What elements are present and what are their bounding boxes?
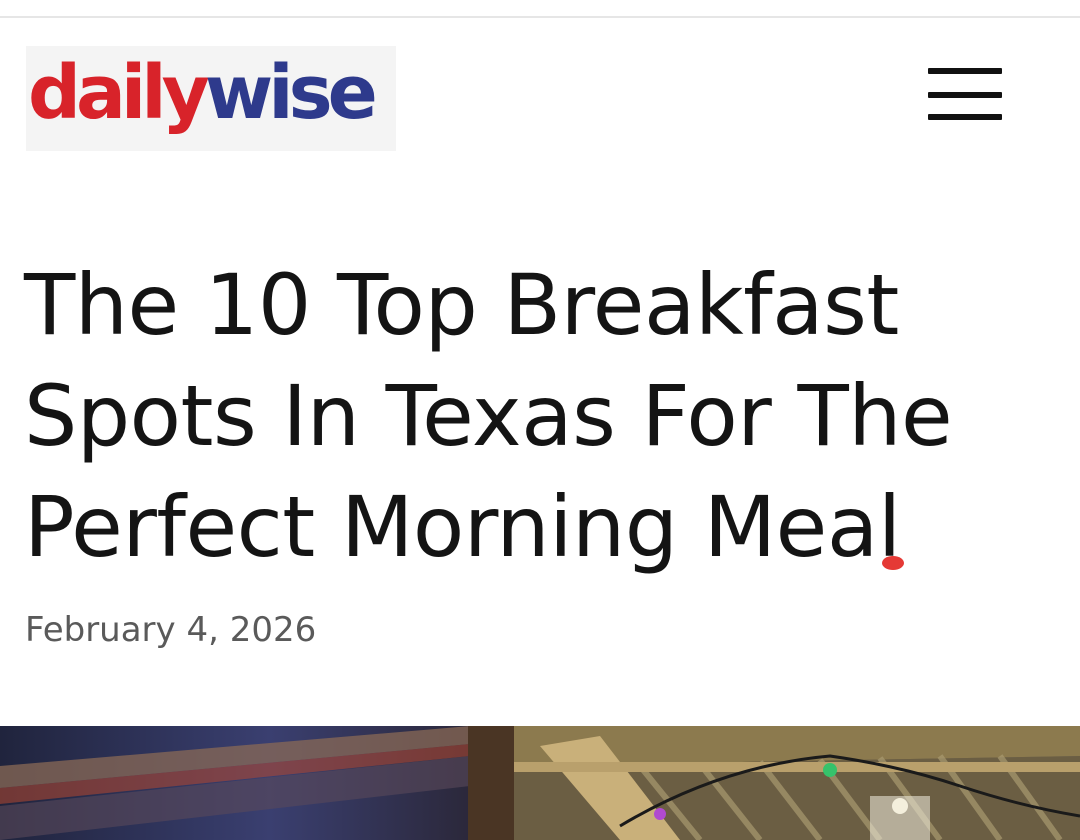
hamburger-menu-icon[interactable] [928,68,1002,122]
menu-bar [928,114,1002,120]
site-logo[interactable]: dailywise [26,46,396,151]
hero-image [0,726,1080,840]
article-title: The 10 Top Breakfast Spots In Texas For … [24,256,953,576]
article-date: February 4, 2026 [25,610,317,650]
menu-bar [928,68,1002,74]
hero-photo-illustration [0,726,1080,840]
logo-daily: daily [28,49,210,136]
menu-bar [928,92,1002,98]
site-header: dailywise [0,18,1080,168]
logo-wise: wise [204,49,378,136]
red-cursor-dot [882,556,904,570]
logo-wordmark: dailywise [28,56,378,130]
top-divider [0,0,1080,18]
